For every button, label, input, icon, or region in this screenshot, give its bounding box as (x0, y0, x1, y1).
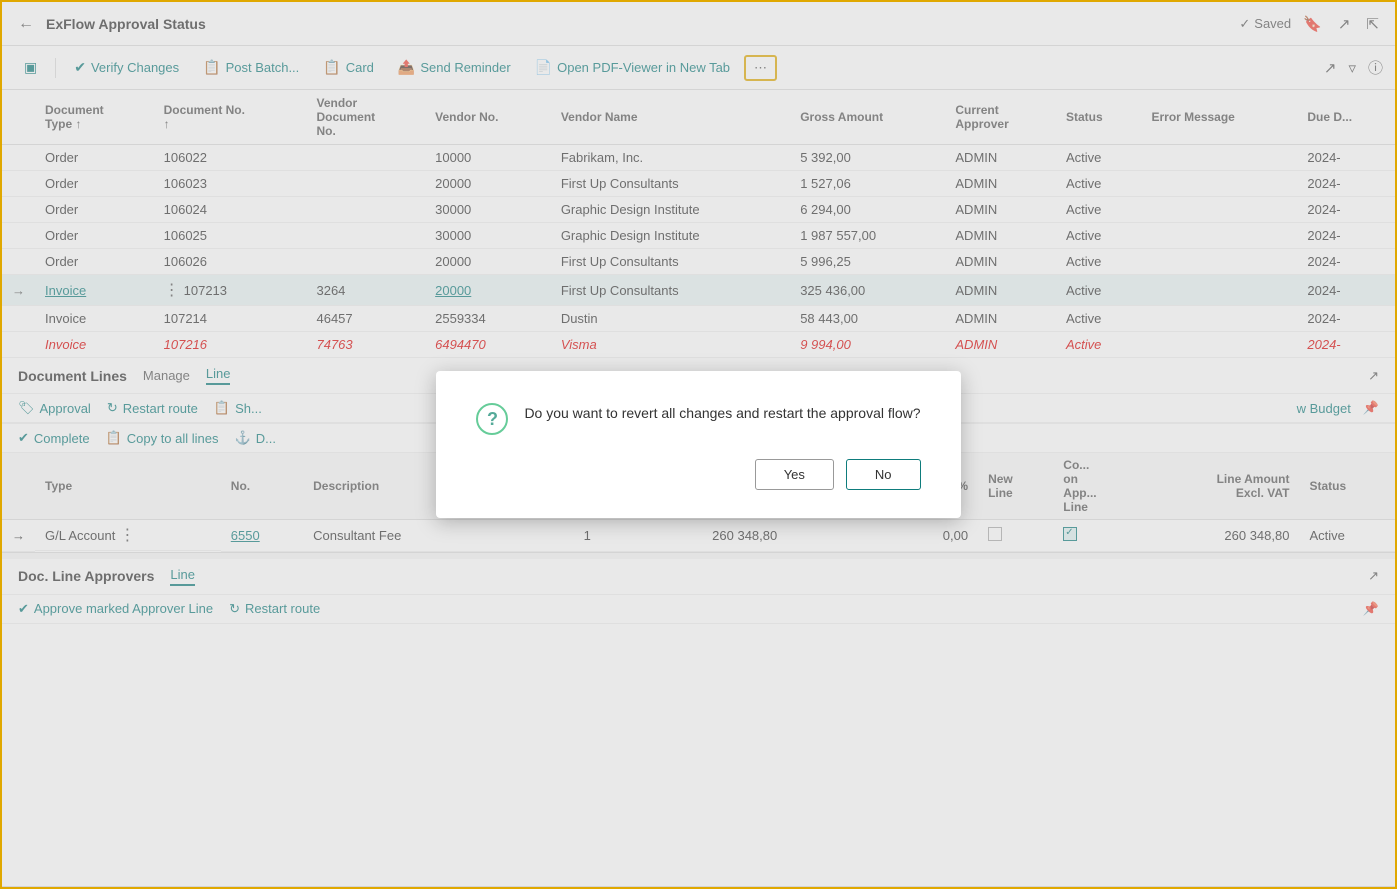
confirm-dialog: ? Do you want to revert all changes and … (436, 371, 960, 518)
dialog-overlay: ? Do you want to revert all changes and … (2, 2, 1395, 887)
dialog-message: Do you want to revert all changes and re… (524, 403, 920, 424)
app-frame: ← ExFlow Approval Status ✓ Saved 🔖 ↗ ⇱ ▣… (0, 0, 1397, 889)
dialog-yes-button[interactable]: Yes (755, 459, 834, 490)
dialog-question-icon: ? (476, 403, 508, 435)
dialog-body: ? Do you want to revert all changes and … (476, 403, 920, 435)
dialog-buttons: Yes No (476, 459, 920, 490)
dialog-no-button[interactable]: No (846, 459, 921, 490)
